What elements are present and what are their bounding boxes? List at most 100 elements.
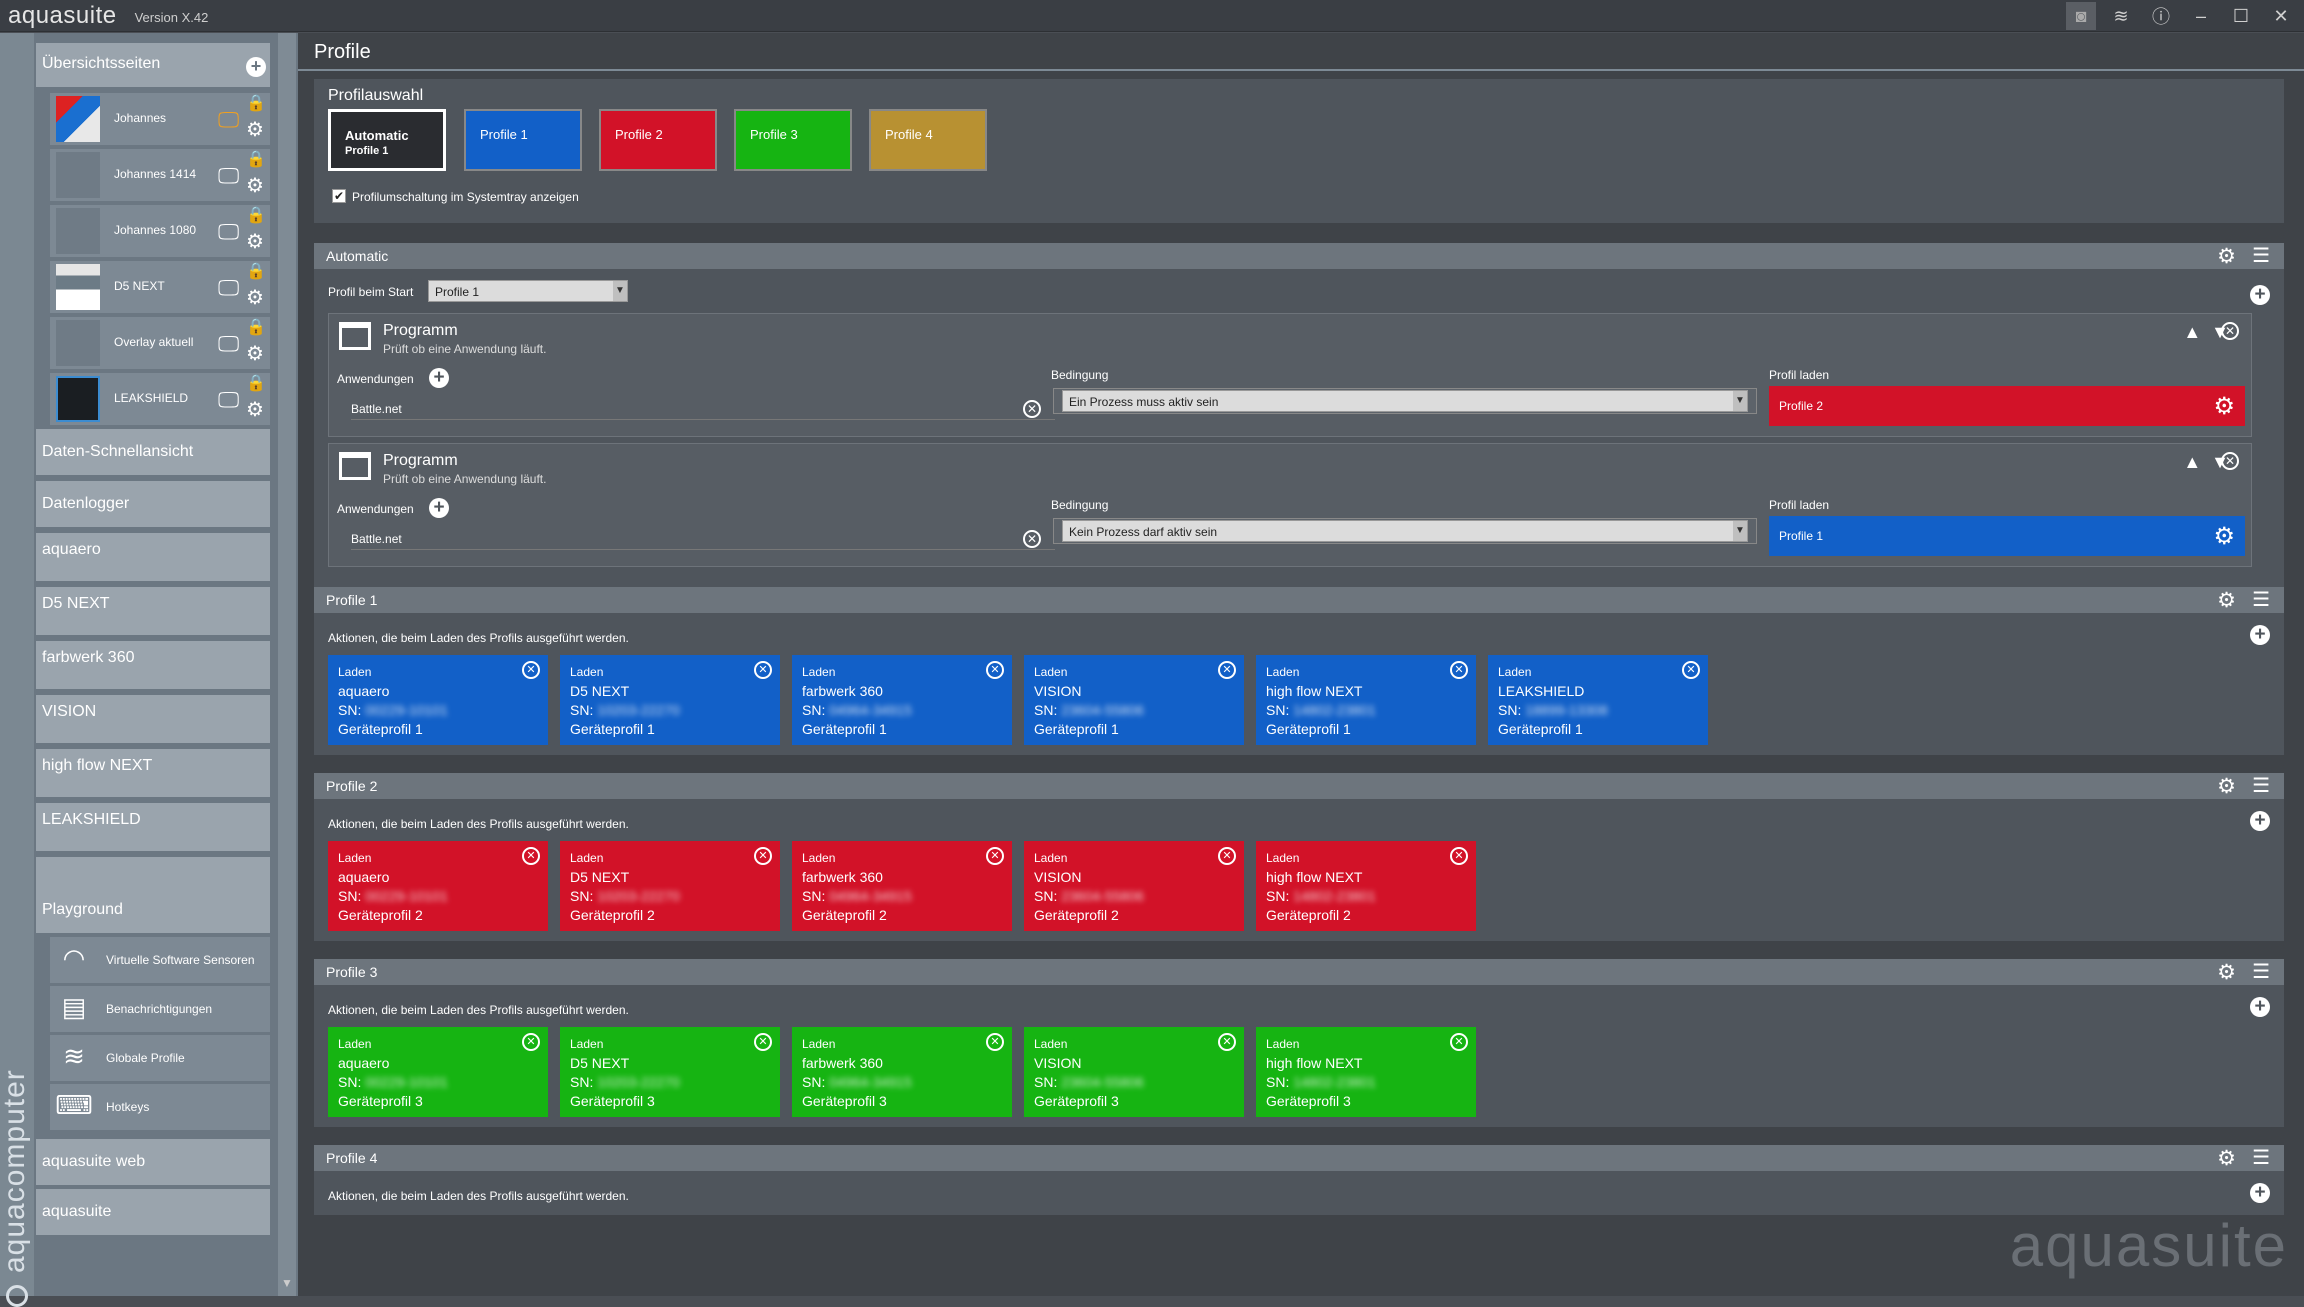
playground-item-global-profiles[interactable]: ≋ Globale Profile <box>50 1035 270 1081</box>
load-profile-box[interactable]: Profile 1 ⚙ <box>1769 516 2245 556</box>
add-overview-icon[interactable]: + <box>246 57 266 77</box>
gear-icon[interactable]: ⚙ <box>2217 774 2236 799</box>
monitor-icon[interactable]: 🖵 <box>218 107 239 133</box>
tray-checkbox[interactable]: ✔ <box>332 189 346 203</box>
camera-icon[interactable]: ◙ <box>2066 2 2096 30</box>
action-tile[interactable]: Laden high flow NEXT SN: 14802-23801 Geräte… <box>1256 655 1476 745</box>
add-action-icon[interactable]: + <box>2250 625 2270 645</box>
remove-action-icon[interactable]: ✕ <box>754 847 772 865</box>
remove-action-icon[interactable]: ✕ <box>1450 1033 1468 1051</box>
move-up-icon[interactable]: ▲ <box>2183 322 2211 342</box>
remove-action-icon[interactable]: ✕ <box>754 1033 772 1051</box>
action-tile[interactable]: Laden VISION SN: 23604-55806 Geräteprofil 1… <box>1024 655 1244 745</box>
gear-icon[interactable]: ⚙ <box>2213 392 2235 421</box>
action-tile[interactable]: Laden high flow NEXT SN: 14802-23801 Geräte… <box>1256 1027 1476 1117</box>
remove-action-icon[interactable]: ✕ <box>1218 661 1236 679</box>
add-action-icon[interactable]: + <box>2250 997 2270 1017</box>
overview-page-item[interactable]: Johannes 1080 🖵 🔒 ⚙ <box>50 205 270 257</box>
load-profile-box[interactable]: Profile 2 ⚙ <box>1769 386 2245 426</box>
sidebar-item-daten-schnellansicht[interactable]: Daten-Schnellansicht <box>36 429 270 475</box>
lock-icon[interactable]: 🔒 <box>246 373 266 393</box>
sidebar-item-high-flow-next[interactable]: high flow NEXT <box>36 749 270 797</box>
overview-page-item[interactable]: LEAKSHIELD 🖵 🔒 ⚙ <box>50 373 270 425</box>
sidebar-item-farbwerk-360[interactable]: farbwerk 360 <box>36 641 270 689</box>
remove-app-icon[interactable]: ✕ <box>1023 530 1041 548</box>
remove-action-icon[interactable]: ✕ <box>1450 847 1468 865</box>
profile-button-3[interactable]: Profile 3 <box>734 109 852 171</box>
action-tile[interactable]: Laden farbwerk 360 SN: 04964-34915 Gerätepr… <box>792 1027 1012 1117</box>
remove-action-icon[interactable]: ✕ <box>1450 661 1468 679</box>
remove-action-icon[interactable]: ✕ <box>986 1033 1004 1051</box>
gear-icon[interactable]: ⚙ <box>2217 1146 2236 1171</box>
monitor-icon[interactable]: 🖵 <box>218 275 239 301</box>
monitor-icon[interactable]: 🖵 <box>218 331 239 357</box>
scroll-down-icon[interactable]: ▼ <box>281 1276 293 1290</box>
add-action-icon[interactable]: + <box>2250 811 2270 831</box>
profile-button-1[interactable]: Profile 1 <box>464 109 582 171</box>
gear-icon[interactable]: ⚙ <box>246 285 264 310</box>
profile-button-4[interactable]: Profile 4 <box>869 109 987 171</box>
overview-page-item[interactable]: Johannes 🖵 🔒 ⚙ <box>50 93 270 145</box>
action-tile[interactable]: Laden D5 NEXT SN: 10203-22270 Geräteprofil … <box>560 1027 780 1117</box>
remove-action-icon[interactable]: ✕ <box>986 661 1004 679</box>
add-app-icon[interactable]: + <box>429 368 449 388</box>
remove-action-icon[interactable]: ✕ <box>986 847 1004 865</box>
sidebar-item-aquaero[interactable]: aquaero <box>36 533 270 581</box>
profile-button-automatic[interactable]: Automatic Profile 1 <box>328 109 446 171</box>
overview-header[interactable]: Übersichtsseiten + <box>36 43 270 87</box>
gear-icon[interactable]: ⚙ <box>246 229 264 254</box>
lock-icon[interactable]: 🔒 <box>246 261 266 281</box>
condition-select[interactable]: Kein Prozess darf aktiv sein ▼ <box>1062 520 1748 542</box>
monitor-icon[interactable]: 🖵 <box>218 163 239 189</box>
app-entry[interactable]: Battle.net <box>351 398 1055 420</box>
menu-icon[interactable]: ☰ <box>2252 773 2270 798</box>
maximize-icon[interactable]: ☐ <box>2226 2 2256 30</box>
action-tile[interactable]: Laden aquaero SN: 00229-10101 Geräteprofil … <box>328 655 548 745</box>
action-tile[interactable]: Laden high flow NEXT SN: 14802-23801 Geräte… <box>1256 841 1476 931</box>
remove-action-icon[interactable]: ✕ <box>1218 847 1236 865</box>
lock-icon[interactable]: 🔒 <box>246 317 266 337</box>
remove-action-icon[interactable]: ✕ <box>1682 661 1700 679</box>
overview-page-item[interactable]: Overlay aktuell 🖵 🔒 ⚙ <box>50 317 270 369</box>
action-tile[interactable]: Laden aquaero SN: 00229-10101 Geräteprofil … <box>328 841 548 931</box>
info-icon[interactable]: ⓘ <box>2146 2 2176 30</box>
add-action-icon[interactable]: + <box>2250 1183 2270 1203</box>
gear-icon[interactable]: ⚙ <box>2213 522 2235 551</box>
action-tile[interactable]: Laden D5 NEXT SN: 10203-22270 Geräteprofil … <box>560 655 780 745</box>
lock-icon[interactable]: 🔒 <box>246 93 266 113</box>
add-app-icon[interactable]: + <box>429 498 449 518</box>
sidebar-item-playground[interactable]: Playground <box>36 857 270 933</box>
sidebar-item-d5-next[interactable]: D5 NEXT <box>36 587 270 635</box>
gear-icon[interactable]: ⚙ <box>2217 244 2236 269</box>
action-tile[interactable]: Laden VISION SN: 23604-55806 Geräteprofil 2… <box>1024 841 1244 931</box>
app-entry[interactable]: Battle.net <box>351 528 1055 550</box>
gear-icon[interactable]: ⚙ <box>246 397 264 422</box>
sidebar-item-leakshield[interactable]: LEAKSHIELD <box>36 803 270 851</box>
action-tile[interactable]: Laden farbwerk 360 SN: 04964-34915 Gerätepr… <box>792 655 1012 745</box>
action-tile[interactable]: Laden farbwerk 360 SN: 04964-34915 Gerätepr… <box>792 841 1012 931</box>
condition-select[interactable]: Ein Prozess muss aktiv sein ▼ <box>1062 390 1748 412</box>
remove-action-icon[interactable]: ✕ <box>754 661 772 679</box>
gear-icon[interactable]: ⚙ <box>246 341 264 366</box>
minimize-icon[interactable]: – <box>2186 2 2216 30</box>
start-profile-select[interactable]: Profile 1 ▼ <box>428 280 628 302</box>
monitor-icon[interactable]: 🖵 <box>218 387 239 413</box>
sidebar-item-datenlogger[interactable]: Datenlogger <box>36 481 270 527</box>
gear-icon[interactable]: ⚙ <box>2217 588 2236 613</box>
remove-action-icon[interactable]: ✕ <box>1218 1033 1236 1051</box>
gear-icon[interactable]: ⚙ <box>2217 960 2236 985</box>
monitor-icon[interactable]: 🖵 <box>218 219 239 245</box>
lock-icon[interactable]: 🔒 <box>246 205 266 225</box>
sidebar-scrollbar[interactable]: ▼ <box>278 33 296 1296</box>
close-icon[interactable]: ✕ <box>2266 2 2296 30</box>
action-tile[interactable]: Laden aquaero SN: 00229-10101 Geräteprofil … <box>328 1027 548 1117</box>
menu-icon[interactable]: ☰ <box>2252 1145 2270 1170</box>
remove-action-icon[interactable]: ✕ <box>522 661 540 679</box>
playground-item-notifications[interactable]: ▤ Benachrichtigungen <box>50 986 270 1032</box>
menu-icon[interactable]: ☰ <box>2252 959 2270 984</box>
add-rule-icon[interactable]: + <box>2250 285 2270 305</box>
sidebar-item-vision[interactable]: VISION <box>36 695 270 743</box>
gear-icon[interactable]: ⚙ <box>246 173 264 198</box>
remove-rule-icon[interactable]: ✕ <box>2221 322 2239 340</box>
remove-action-icon[interactable]: ✕ <box>522 1033 540 1051</box>
